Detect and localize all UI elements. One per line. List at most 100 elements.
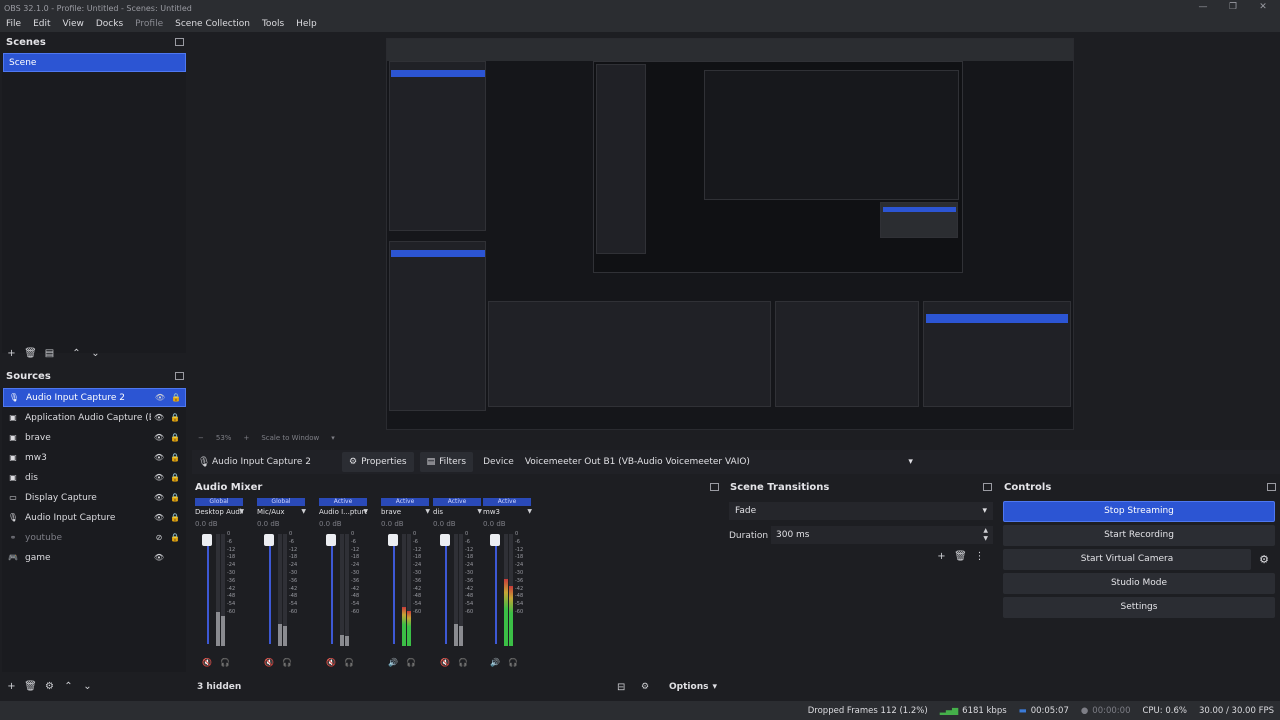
muted-speaker-icon[interactable]: 🔇: [202, 658, 212, 667]
source-row[interactable]: 🎙 Audio Input Capture 2 👁 🔒: [3, 388, 186, 407]
monitor-headphones-icon[interactable]: 🎧: [220, 658, 230, 667]
zoom-in-icon[interactable]: +: [243, 434, 249, 442]
visibility-eye-icon[interactable]: 👁: [151, 553, 167, 562]
mixer-layout-icon[interactable]: ⊟: [617, 682, 625, 693]
studio-mode-button[interactable]: Studio Mode: [1003, 573, 1275, 594]
scene-item[interactable]: Scene: [3, 53, 186, 72]
volume-fader-track[interactable]: [207, 534, 209, 644]
add-scene-icon[interactable]: +: [5, 347, 18, 360]
scale-dropdown-icon[interactable]: ▾: [331, 434, 335, 442]
menu-tools[interactable]: Tools: [256, 19, 290, 29]
menu-scene-collection[interactable]: Scene Collection: [169, 19, 256, 29]
lock-icon[interactable]: 🔒: [167, 513, 183, 522]
visibility-eye-icon[interactable]: 👁: [151, 513, 167, 522]
device-select[interactable]: Voicemeeter Out B1 (VB-Audio Voicemeeter…: [520, 452, 919, 472]
remove-source-icon[interactable]: 🗑: [24, 680, 37, 693]
controls-undock-icon[interactable]: [1267, 483, 1276, 491]
chevron-down-icon[interactable]: ▼: [239, 508, 244, 515]
menu-help[interactable]: Help: [290, 19, 323, 29]
filters-button[interactable]: ▤ Filters: [419, 452, 474, 472]
lock-icon[interactable]: 🔒: [167, 413, 183, 422]
lock-icon[interactable]: 🔒: [167, 433, 183, 442]
menu-profile[interactable]: Profile: [129, 19, 169, 29]
volume-fader-knob[interactable]: [264, 534, 274, 546]
monitor-headphones-icon[interactable]: 🎧: [508, 658, 518, 667]
volume-fader-track[interactable]: [393, 534, 395, 644]
visibility-eye-icon[interactable]: 👁: [152, 393, 168, 402]
remove-transition-icon[interactable]: 🗑: [954, 550, 967, 563]
move-scene-down-icon[interactable]: ⌄: [89, 347, 102, 360]
volume-fader-knob[interactable]: [388, 534, 398, 546]
chevron-down-icon[interactable]: ▼: [363, 508, 368, 515]
add-transition-icon[interactable]: +: [935, 550, 948, 563]
menu-file[interactable]: File: [0, 19, 27, 29]
preview-canvas[interactable]: [386, 38, 1074, 430]
lock-icon[interactable]: 🔒: [167, 493, 183, 502]
chevron-down-icon[interactable]: ▼: [425, 508, 430, 515]
source-row[interactable]: ▣ dis 👁 🔒: [3, 468, 186, 487]
start-virtual-camera-button[interactable]: Start Virtual Camera: [1003, 549, 1251, 570]
mixer-options-button[interactable]: Options ▾: [669, 682, 717, 692]
preview-area[interactable]: [192, 33, 1280, 445]
mixer-undock-icon[interactable]: [710, 483, 719, 491]
volume-fader-knob[interactable]: [202, 534, 212, 546]
muted-speaker-icon[interactable]: 🔇: [326, 658, 336, 667]
strip-name[interactable]: Audio I...pture 2: [319, 508, 367, 516]
visibility-eye-icon[interactable]: 👁: [151, 413, 167, 422]
speaker-icon[interactable]: 🔊: [388, 658, 398, 667]
zoom-out-icon[interactable]: −: [198, 434, 204, 442]
transitions-undock-icon[interactable]: [983, 483, 992, 491]
strip-name[interactable]: Mic/Aux: [257, 508, 305, 516]
lock-icon[interactable]: 🔒: [168, 393, 184, 402]
stop-streaming-button[interactable]: Stop Streaming: [1003, 501, 1275, 522]
monitor-headphones-icon[interactable]: 🎧: [344, 658, 354, 667]
lock-icon[interactable]: 🔒: [167, 533, 183, 542]
chevron-down-icon[interactable]: ▼: [301, 508, 306, 515]
scale-mode[interactable]: Scale to Window: [261, 434, 319, 442]
move-source-down-icon[interactable]: ⌄: [81, 680, 94, 693]
properties-button[interactable]: ⚙ Properties: [342, 452, 414, 472]
transition-menu-icon[interactable]: ⋮: [973, 550, 986, 563]
source-row[interactable]: 🎙 Audio Input Capture 👁 🔒: [3, 508, 186, 527]
source-row[interactable]: ▭ Display Capture 👁 🔒: [3, 488, 186, 507]
restore-button[interactable]: ❐: [1218, 0, 1248, 16]
move-scene-up-icon[interactable]: ⌃: [70, 347, 83, 360]
volume-fader-track[interactable]: [445, 534, 447, 644]
add-source-icon[interactable]: +: [5, 680, 18, 693]
volume-fader-knob[interactable]: [326, 534, 336, 546]
close-button[interactable]: ✕: [1248, 0, 1278, 16]
source-row[interactable]: ▣ Application Audio Capture (BETA) 👁 🔒: [3, 408, 186, 427]
source-row[interactable]: ▣ mw3 👁 🔒: [3, 448, 186, 467]
volume-fader-track[interactable]: [331, 534, 333, 644]
strip-name[interactable]: Desktop Audio: [195, 508, 243, 516]
visibility-eye-icon[interactable]: 👁: [151, 433, 167, 442]
lock-icon[interactable]: 🔒: [167, 453, 183, 462]
sources-undock-icon[interactable]: [175, 372, 184, 380]
volume-fader-knob[interactable]: [440, 534, 450, 546]
virtual-camera-gear-icon[interactable]: ⚙: [1253, 549, 1275, 570]
mixer-advanced-icon[interactable]: ⚙: [641, 682, 649, 692]
speaker-icon[interactable]: 🔊: [490, 658, 500, 667]
menu-view[interactable]: View: [57, 19, 90, 29]
remove-scene-icon[interactable]: 🗑: [24, 347, 37, 360]
start-recording-button[interactable]: Start Recording: [1003, 525, 1275, 546]
spin-arrows-icon[interactable]: ▲ ▼: [983, 527, 988, 543]
source-row[interactable]: ⚭ youtube ⊘ 🔒: [3, 528, 186, 547]
minimize-button[interactable]: —: [1188, 0, 1218, 16]
monitor-headphones-icon[interactable]: 🎧: [406, 658, 416, 667]
source-row[interactable]: ▣ brave 👁 🔒: [3, 428, 186, 447]
settings-button[interactable]: Settings: [1003, 597, 1275, 618]
monitor-headphones-icon[interactable]: 🎧: [282, 658, 292, 667]
move-source-up-icon[interactable]: ⌃: [62, 680, 75, 693]
visibility-eye-icon[interactable]: 👁: [151, 493, 167, 502]
visibility-eye-icon[interactable]: 👁: [151, 473, 167, 482]
chevron-down-icon[interactable]: ▼: [527, 508, 532, 515]
muted-speaker-icon[interactable]: 🔇: [264, 658, 274, 667]
lock-icon[interactable]: 🔒: [167, 473, 183, 482]
source-row[interactable]: 🎮 game 👁: [3, 548, 186, 567]
duration-input[interactable]: 300 ms ▲ ▼: [771, 526, 993, 544]
strip-name[interactable]: brave: [381, 508, 429, 516]
hidden-eye-icon[interactable]: ⊘: [151, 533, 167, 542]
monitor-headphones-icon[interactable]: 🎧: [458, 658, 468, 667]
hidden-count[interactable]: 3 hidden: [197, 682, 241, 692]
